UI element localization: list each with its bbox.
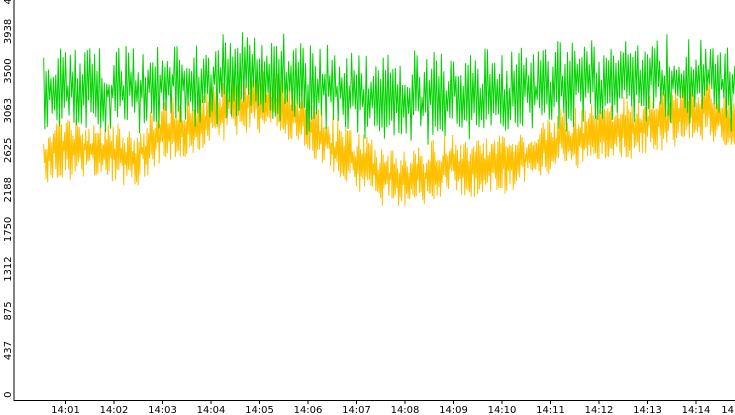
x-tick-label: 14:01 xyxy=(51,405,80,415)
series-layer xyxy=(43,32,735,206)
x-tick-label: 14:12 xyxy=(585,405,614,415)
y-tick-label: 1312 xyxy=(3,256,14,281)
y-tick-label: 437 xyxy=(3,341,14,360)
y-tick-label: 4376 xyxy=(3,0,14,5)
x-tick-label: 14:02 xyxy=(100,405,129,415)
y-tick-label: 1750 xyxy=(3,217,14,242)
y-tick-label: 2625 xyxy=(3,138,14,163)
y-tick-label: 875 xyxy=(3,301,14,320)
y-tick-labels: 0 437 875 1312 1750 2188 2625 3063 3500 3938 4376 xyxy=(3,0,14,398)
x-tick-label: 14:08 xyxy=(391,405,420,415)
x-tick-label: 14:06 xyxy=(294,405,323,415)
y-tick-label: 3938 xyxy=(3,19,14,44)
x-tick-label: 14:04 xyxy=(197,405,226,415)
y-tick-label: 0 xyxy=(3,392,14,398)
y-tick-label: 3500 xyxy=(3,58,14,83)
x-tick-label: 14:09 xyxy=(439,405,468,415)
chart: 043787513121750218826253063350039384376 … xyxy=(3,0,735,415)
x-tick-layer: 14:01 14:02 14:03 14:04 14:05 14:06 14:07 14:08… xyxy=(51,400,734,415)
x-tick-label: 14:05 xyxy=(245,405,274,415)
x-tick-label: 14:03 xyxy=(148,405,177,415)
y-tick-label: 2188 xyxy=(3,177,14,202)
x-tick-label: 14:14 xyxy=(682,405,711,415)
x-tick-label: 14:11 xyxy=(536,405,565,415)
x-tick-label: 14:07 xyxy=(342,405,371,415)
y-tick-label: 3063 xyxy=(3,98,14,123)
x-tick-label: 14:13 xyxy=(633,405,662,415)
x-tick-label: 14:10 xyxy=(488,405,517,415)
x-tick-label: 14 xyxy=(721,405,734,415)
